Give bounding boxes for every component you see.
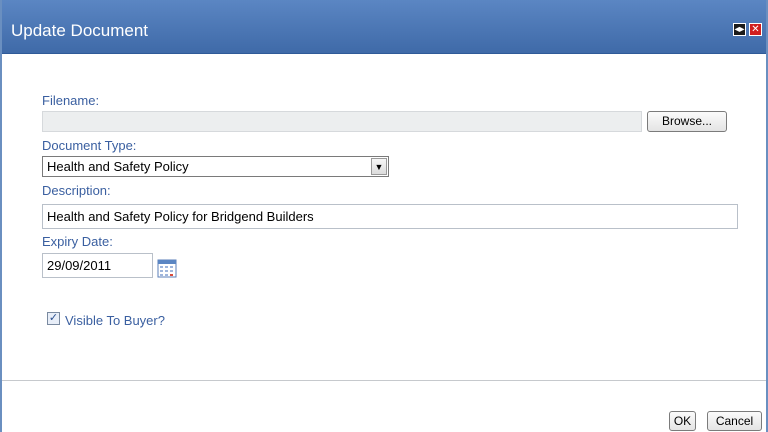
calendar-icon[interactable] bbox=[157, 258, 177, 278]
ok-button[interactable]: OK bbox=[669, 411, 696, 431]
description-label: Description: bbox=[42, 183, 111, 198]
document-type-select[interactable]: Health and Safety Policy ▼ bbox=[42, 156, 389, 177]
update-document-dialog: Update Document ◂▸ ✕ Filename: Browse...… bbox=[0, 0, 768, 432]
chevron-down-icon[interactable]: ▼ bbox=[371, 158, 387, 175]
resize-arrows-icon[interactable]: ◂▸ bbox=[733, 23, 746, 36]
document-type-value: Health and Safety Policy bbox=[47, 159, 189, 174]
dialog-titlebar[interactable]: Update Document ◂▸ ✕ bbox=[2, 0, 766, 54]
filename-field[interactable] bbox=[42, 111, 642, 132]
expiry-date-label: Expiry Date: bbox=[42, 234, 113, 249]
visible-to-buyer-label[interactable]: Visible To Buyer? bbox=[65, 313, 165, 328]
browse-button[interactable]: Browse... bbox=[647, 111, 727, 132]
document-type-label: Document Type: bbox=[42, 138, 137, 153]
cancel-button[interactable]: Cancel bbox=[707, 411, 762, 431]
expiry-date-field[interactable] bbox=[42, 253, 153, 278]
dialog-title: Update Document bbox=[11, 21, 149, 40]
filename-label: Filename: bbox=[42, 93, 100, 108]
description-field[interactable] bbox=[42, 204, 738, 229]
close-icon[interactable]: ✕ bbox=[749, 23, 762, 36]
visible-to-buyer-checkbox[interactable]: ✓ bbox=[47, 312, 60, 325]
dialog-footer: OK Cancel bbox=[2, 381, 766, 432]
